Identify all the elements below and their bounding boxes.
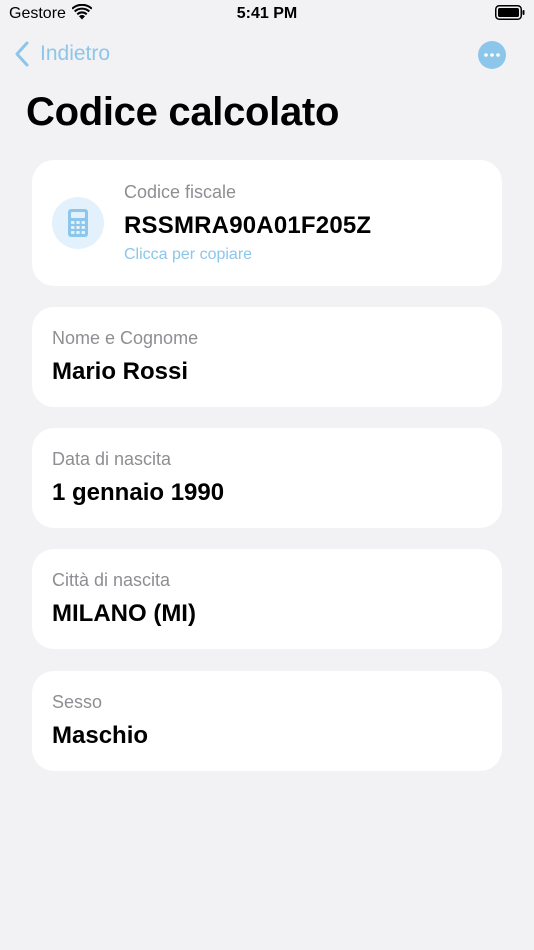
detail-label: Sesso (52, 692, 103, 712)
detail-card-birth-date: Data di nascita 1 gennaio 1990 (32, 428, 502, 528)
copy-hint[interactable]: Clicca per copiare (124, 246, 252, 264)
chevron-left-icon (15, 41, 29, 67)
detail-card-birth-city: Città di nascita MILANO (MI) (32, 549, 502, 649)
detail-value: Maschio (52, 722, 149, 749)
battery-icon (495, 5, 525, 20)
more-options-button[interactable] (478, 41, 506, 69)
screen: Gestore 5:41 PM Indietro Codice calcolat… (0, 0, 534, 950)
detail-card-name: Nome e Cognome Mario Rossi (32, 307, 502, 407)
tax-code-card[interactable]: Codice fiscale RSSMRA90A01F205Z Clicca p… (32, 160, 502, 286)
calculator-icon (68, 209, 88, 237)
ellipsis-icon (484, 53, 500, 57)
tax-code-label: Codice fiscale (124, 182, 237, 202)
page-title: Codice calcolato (26, 90, 340, 134)
back-label: Indietro (40, 42, 111, 65)
back-button[interactable]: Indietro (14, 40, 110, 68)
detail-value: Mario Rossi (52, 358, 189, 385)
detail-card-sex: Sesso Maschio (32, 671, 502, 771)
detail-value: MILANO (MI) (52, 600, 196, 627)
detail-label: Data di nascita (52, 449, 172, 469)
status-time: 5:41 PM (236, 5, 298, 22)
status-bar: Gestore 5:41 PM (0, 0, 534, 28)
detail-label: Città di nascita (52, 570, 171, 590)
tax-code-value[interactable]: RSSMRA90A01F205Z (124, 212, 371, 240)
detail-label: Nome e Cognome (52, 328, 199, 348)
detail-value: 1 gennaio 1990 (52, 479, 225, 506)
calculator-badge (52, 197, 104, 249)
